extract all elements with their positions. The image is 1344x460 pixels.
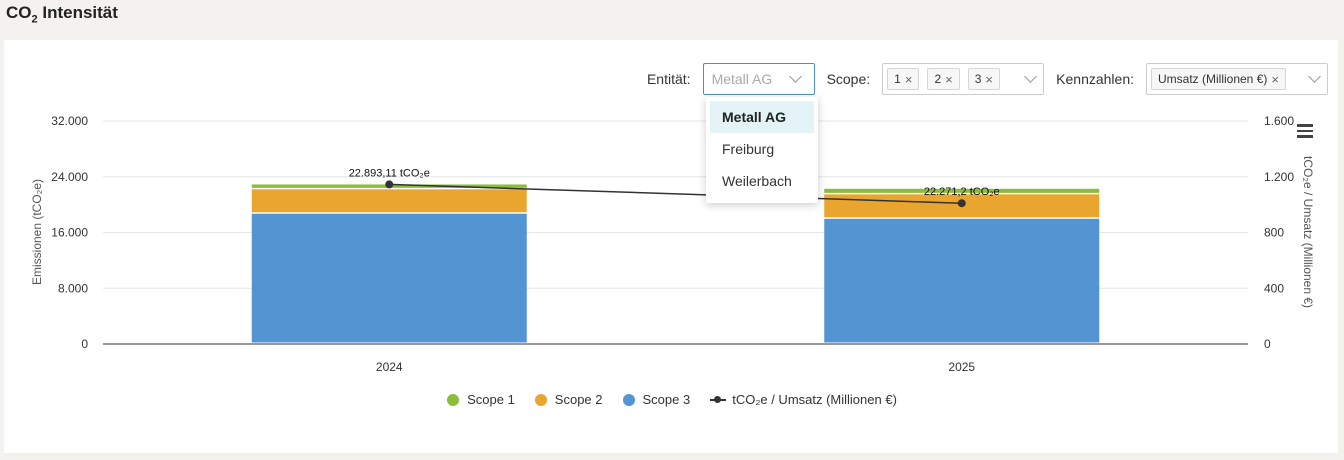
y-tick-label-right: 1.600 xyxy=(1264,114,1294,128)
y-tick-label-left: 16.000 xyxy=(51,226,88,240)
legend-marker xyxy=(622,393,635,406)
legend-marker xyxy=(710,395,727,405)
y-tick-label-left: 0 xyxy=(81,337,88,351)
x-tick-label: 2024 xyxy=(376,360,403,374)
intensity-point xyxy=(957,199,966,208)
entity-dropdown: Metall AG Freiburg Weilerbach xyxy=(706,97,818,203)
y-tick-label-left: 8.000 xyxy=(58,281,88,295)
x-tick-label: 2025 xyxy=(948,360,975,374)
y-axis-title-left: Emissionen (tCO₂e) xyxy=(30,179,44,285)
legend-marker xyxy=(534,393,547,406)
legend-label: Scope 3 xyxy=(642,392,691,407)
legend-item-intensity[interactable]: tCO₂e / Umsatz (Millionen €) xyxy=(710,392,897,407)
legend-label: tCO₂e / Umsatz (Millionen €) xyxy=(732,392,897,407)
data-label: 22.271,2 tCO₂e xyxy=(924,186,1000,198)
legend-label: Scope 1 xyxy=(467,392,515,407)
y-tick-label-right: 1.200 xyxy=(1264,170,1294,184)
bar-scope-3 xyxy=(824,218,1100,343)
y-tick-label-left: 24.000 xyxy=(51,170,88,184)
legend-item-scope-2[interactable]: Scope 2 xyxy=(534,392,603,407)
y-tick-label-left: 32.000 xyxy=(51,114,88,128)
legend-item-scope-1[interactable]: Scope 1 xyxy=(447,392,515,407)
y-axis-title-right: tCO₂e / Umsatz (Millionen €) xyxy=(1301,156,1315,308)
entity-option-freiburg[interactable]: Freiburg xyxy=(710,133,814,165)
bar-scope-2 xyxy=(251,189,527,213)
legend-item-scope-3[interactable]: Scope 3 xyxy=(622,392,691,407)
entity-option-weilerbach[interactable]: Weilerbach xyxy=(710,165,814,197)
y-tick-label-right: 800 xyxy=(1264,226,1284,240)
legend: Scope 1 Scope 2 Scope 3 tCO₂e / Umsatz (… xyxy=(0,392,1344,407)
legend-label: Scope 2 xyxy=(554,392,603,407)
y-tick-label-right: 0 xyxy=(1264,337,1271,351)
intensity-point xyxy=(385,180,394,189)
chart-svg: 0 0 8.000 400 16.000 800 24.000 1.200 32.000 1.60… xyxy=(30,114,1315,374)
y-tick-label-right: 400 xyxy=(1264,281,1284,295)
legend-marker xyxy=(447,393,460,406)
entity-option-metall-ag[interactable]: Metall AG xyxy=(710,101,814,133)
data-label: 22.893,11 tCO₂e xyxy=(349,167,430,179)
bar-scope-3 xyxy=(251,213,527,343)
